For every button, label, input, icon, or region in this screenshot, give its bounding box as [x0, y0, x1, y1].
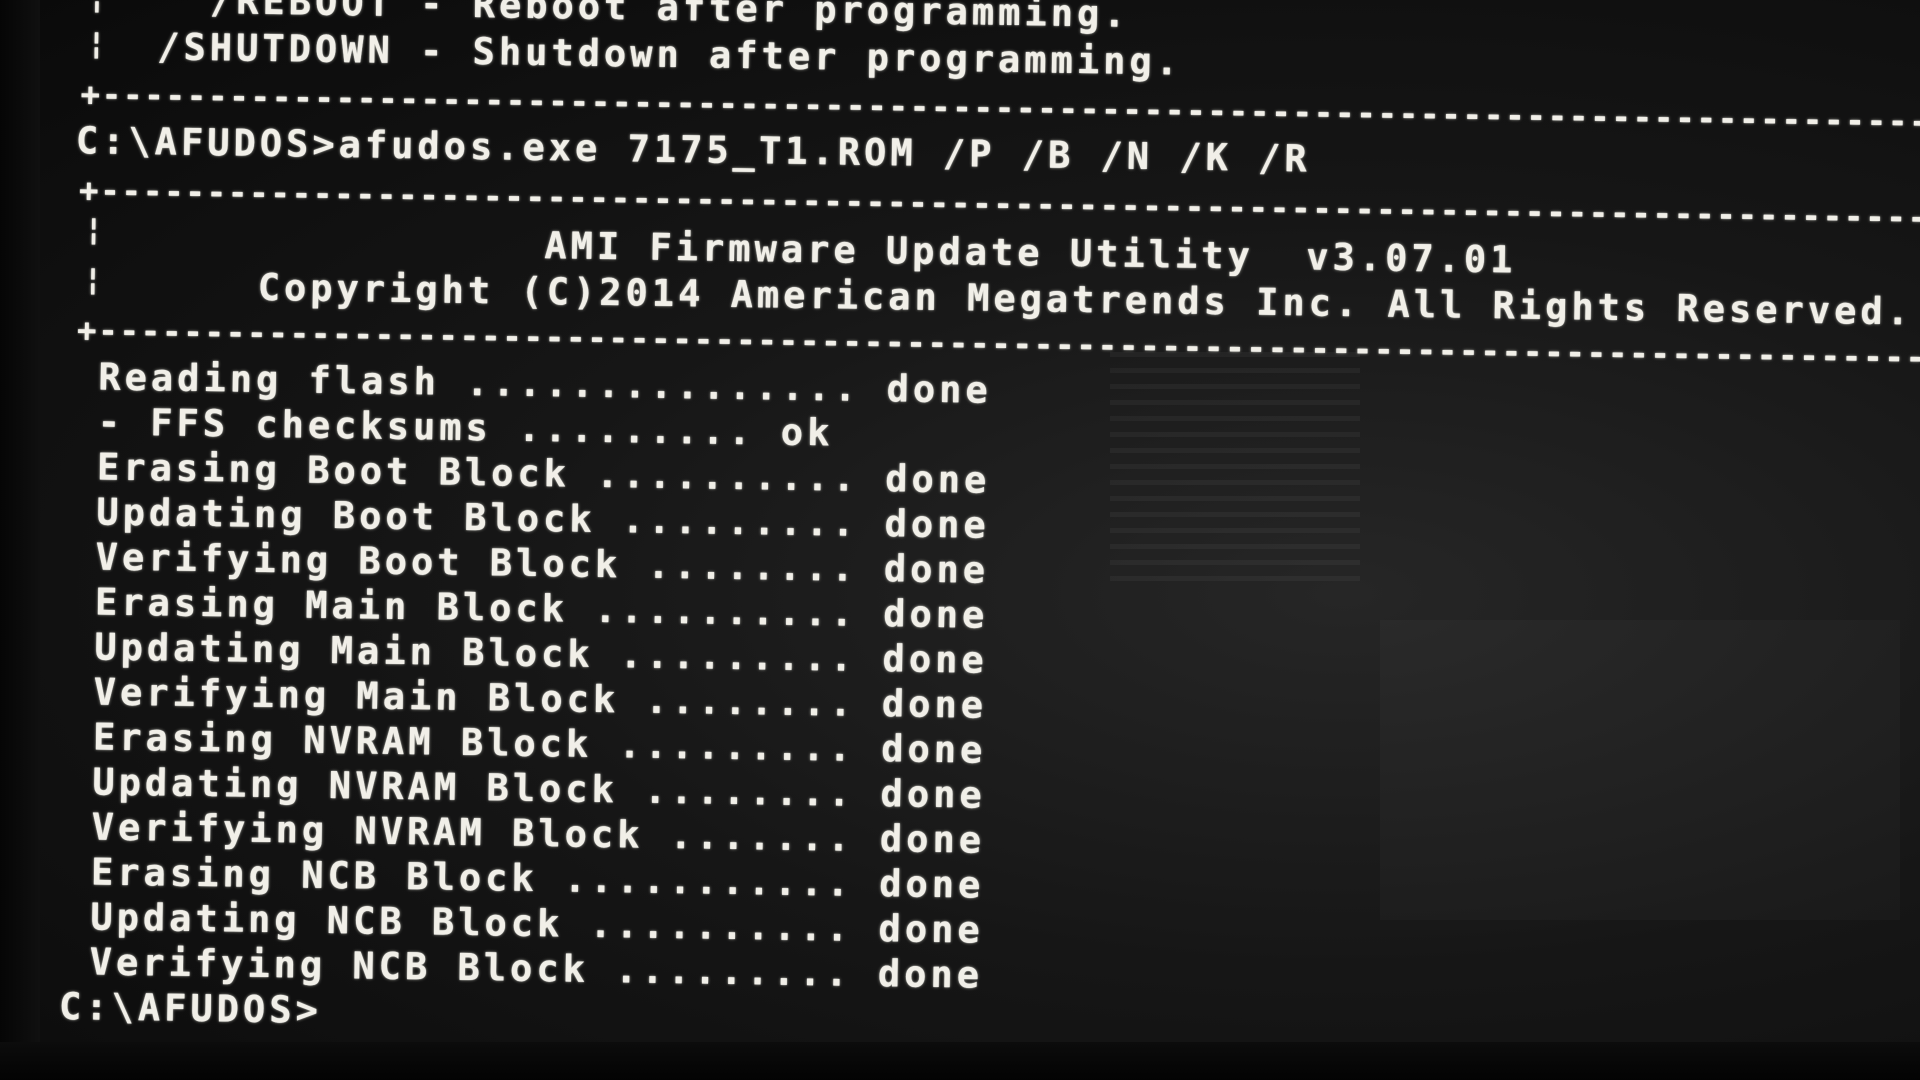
progress-status: done — [883, 547, 990, 592]
monitor-bezel-left — [0, 0, 40, 1080]
border-char: ¦ — [88, 0, 111, 16]
command-line: C:\AFUDOS>afudos.exe 7175_T1.ROM /P /B /… — [75, 119, 1312, 181]
progress-status: done — [878, 862, 985, 907]
progress-status: done — [884, 502, 991, 547]
command-prompt[interactable]: C:\AFUDOS> — [58, 984, 323, 1032]
option-desc: Shutdown after programming. — [472, 30, 1183, 84]
monitor-screen: ¦ /REBOOT - Reboot after programming. ¦ … — [0, 0, 1920, 1080]
option-switch: /REBOOT — [209, 0, 395, 25]
progress-status: done — [880, 727, 987, 772]
progress-text: - FFS checksums ......... — [97, 400, 755, 454]
progress-line: - FFS checksums ......... ok — [97, 400, 834, 455]
progress-status: done — [879, 817, 986, 862]
progress-status: done — [886, 367, 993, 412]
progress-status: done — [882, 637, 989, 682]
progress-status: done — [881, 682, 988, 727]
progress-status: done — [877, 952, 984, 997]
border-char: ¦ — [83, 262, 107, 298]
option-desc: Reboot after programming. — [472, 0, 1130, 36]
progress-status: done — [880, 772, 987, 817]
option-switch: /SHUTDOWN — [157, 25, 395, 72]
option-shutdown-line: /SHUTDOWN - Shutdown after programming. — [157, 25, 1183, 84]
border-char: ¦ — [84, 212, 107, 248]
monitor-bezel-bottom — [0, 1042, 1920, 1080]
progress-status: done — [878, 907, 985, 952]
border-char: ¦ — [87, 26, 110, 62]
progress-status: ok — [780, 410, 834, 455]
progress-status: done — [882, 592, 989, 637]
dos-terminal: ¦ /REBOOT - Reboot after programming. ¦ … — [0, 0, 1920, 1080]
prompt-text: C:\AFUDOS> — [58, 984, 323, 1032]
divider-line: +---------------------------------------… — [78, 173, 1920, 235]
progress-status: done — [884, 457, 991, 502]
